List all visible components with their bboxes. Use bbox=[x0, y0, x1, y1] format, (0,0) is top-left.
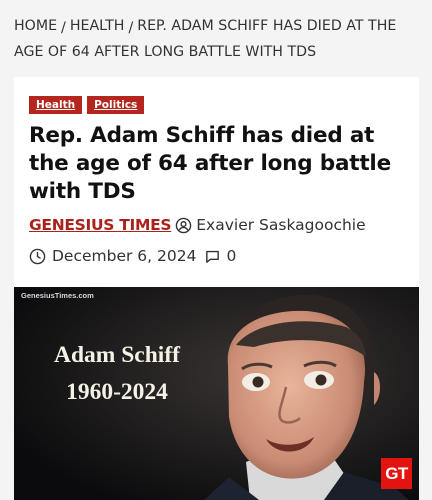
breadcrumb-separator: / bbox=[61, 20, 66, 36]
featured-image: GenesiusTimes.com Adam Schiff 1960-2024 … bbox=[14, 287, 419, 500]
clock-icon bbox=[29, 248, 46, 264]
category-tag-health[interactable]: Health bbox=[29, 96, 83, 114]
category-tag-politics[interactable]: Politics bbox=[87, 96, 145, 114]
user-circle-icon bbox=[175, 217, 192, 233]
byline: GENESIUS TIMES Exavier Saskagoochie bbox=[29, 214, 366, 236]
breadcrumb: HOME / HEALTH / REP. ADAM SCHIFF HAS DIED AT… bbox=[14, 13, 418, 65]
breadcrumb-health-link[interactable]: HEALTH bbox=[70, 18, 125, 34]
breadcrumb-home-link[interactable]: HOME bbox=[14, 18, 57, 34]
image-caption-years: 1960-2024 bbox=[66, 379, 168, 405]
comment-count-link[interactable]: 0 bbox=[226, 245, 236, 267]
author-link[interactable]: Exavier Saskagoochie bbox=[196, 214, 365, 236]
image-watermark: GenesiusTimes.com bbox=[21, 291, 94, 300]
gt-logo: GT bbox=[381, 458, 412, 489]
category-tags: Health Politics bbox=[29, 96, 145, 114]
post-date-link[interactable]: December 6, 2024 bbox=[52, 245, 196, 267]
breadcrumb-separator: / bbox=[128, 20, 134, 36]
brand-link[interactable]: GENESIUS TIMES bbox=[29, 214, 172, 236]
article-title: Rep. Adam Schiff has died at the age of … bbox=[29, 123, 391, 204]
comment-bubble-icon[interactable] bbox=[204, 248, 221, 265]
image-caption-name: Adam Schiff bbox=[54, 342, 180, 368]
post-meta: December 6, 2024 0 bbox=[29, 245, 236, 267]
article-header-card: Health Politics Rep. Adam Schiff has die… bbox=[14, 77, 419, 287]
